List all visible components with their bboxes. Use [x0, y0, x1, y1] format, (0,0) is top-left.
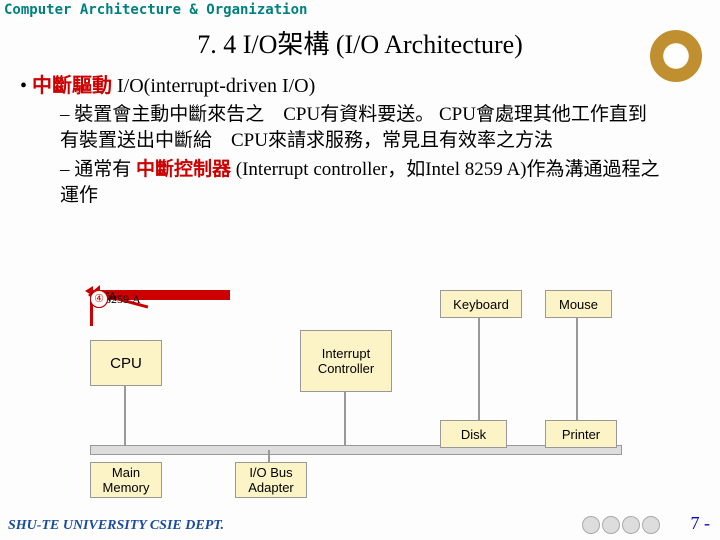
nav-prev-icon[interactable] [602, 516, 620, 534]
printer-box: Printer [545, 420, 617, 448]
bullet-term: 中斷驅動 [32, 75, 112, 97]
ioa-bus-line [268, 450, 270, 462]
bullet-marker: • [20, 75, 32, 97]
ic-bus-line [344, 390, 346, 446]
system-bus [90, 445, 622, 455]
main-memory-box: Main Memory [90, 462, 162, 498]
nav-last-icon[interactable] [642, 516, 660, 534]
cpu-bus-line [124, 384, 126, 446]
io-bus-adapter-box: I/O Bus Adapter [235, 462, 307, 498]
disk-box: Disk [440, 420, 507, 448]
page-number: 7 - [691, 513, 711, 534]
dash2-term: 中斷控制器 [136, 159, 231, 180]
page-title: 7. 4 I/O架構 (I/O Architecture) [0, 24, 720, 61]
interrupt-controller-box: Interrupt Controller [300, 330, 392, 392]
dash2-pre: – 通常有 [60, 159, 136, 180]
bullet-interrupt-driven: • 中斷驅動 I/O(interrupt-driven I/O) [20, 69, 700, 98]
mouse-box: Mouse [545, 290, 612, 318]
cpu-box: CPU [90, 340, 162, 386]
course-header: Computer Architecture & Organization [0, 0, 720, 20]
university-logo-icon [650, 30, 702, 82]
footer-dept: SHU-TE UNIVERSITY CSIE DEPT. [8, 518, 224, 534]
dash-item-1: – 裝置會主動中斷來告之 CPU有資料要送。 CPU會處理其他工作直到有裝置送出… [60, 102, 660, 153]
keyboard-box: Keyboard [440, 290, 522, 318]
io-architecture-diagram: CPU Interrupt Controller Keyboard Mouse … [90, 290, 650, 505]
nav-next-icon[interactable] [622, 516, 640, 534]
nav-first-icon[interactable] [582, 516, 600, 534]
slide-nav[interactable] [582, 516, 660, 534]
step-4-icon: ④ [90, 290, 108, 308]
bullet-suffix: I/O(interrupt-driven I/O) [112, 75, 315, 97]
dash-item-2: – 通常有 中斷控制器 (Interrupt controller，如Intel… [60, 157, 660, 208]
